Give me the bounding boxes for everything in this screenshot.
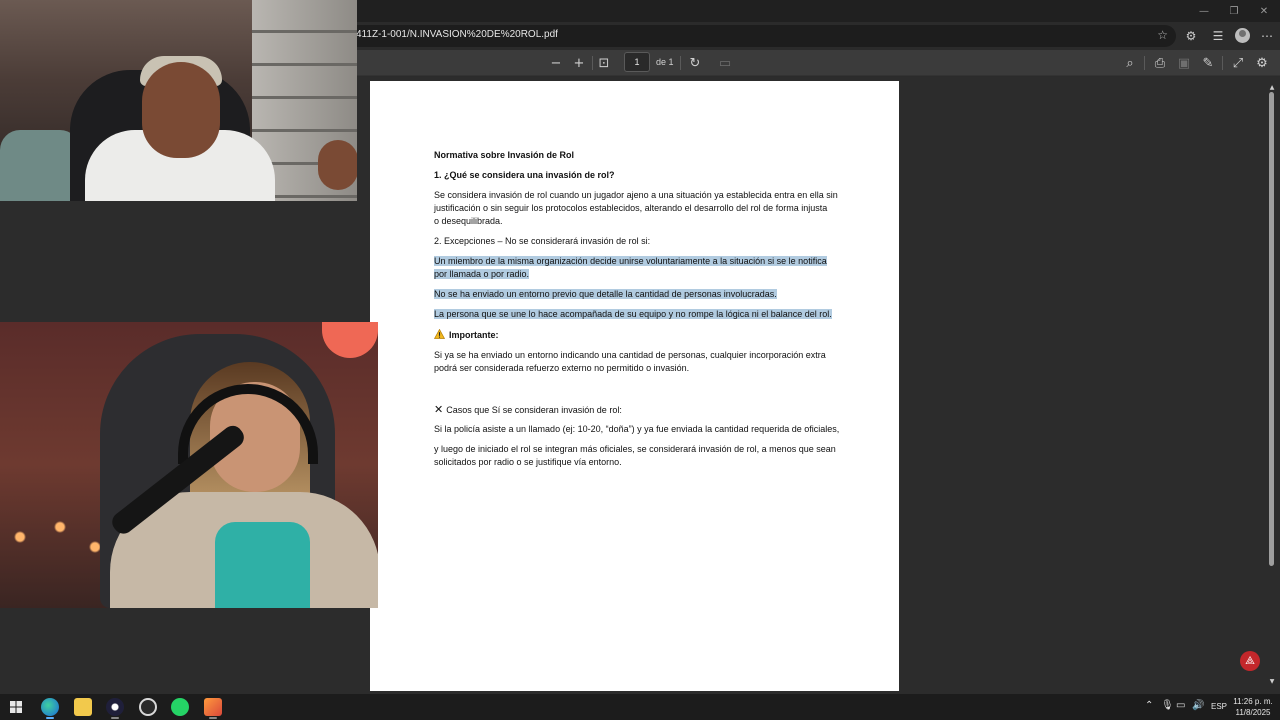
- section-heading: 2. Excepciones – No se considerará invas…: [434, 236, 651, 246]
- edge-browser-icon[interactable]: [41, 698, 59, 716]
- obs-icon[interactable]: [139, 698, 157, 716]
- highlighted-text: No se ha enviado un entorno previo que d…: [434, 288, 777, 301]
- section-heading: 1. ¿Qué se considera una invasión de rol…: [434, 170, 615, 180]
- running-app-indicator: [111, 717, 119, 719]
- clock-time: 11:26 p. m.: [1233, 697, 1273, 706]
- address-bar[interactable]: 411Z-1-001/N.INVASION%20DE%20ROL.pdf ☆: [340, 25, 1176, 47]
- acrobat-icon[interactable]: ⟁: [1240, 651, 1260, 671]
- cases-label: Casos que Sí se consideran invasión de r…: [446, 405, 622, 415]
- paragraph-line: o desequilibrada.: [434, 216, 503, 226]
- microphone-icon[interactable]: 🎙: [1161, 700, 1174, 711]
- document-title: Normativa sobre Invasión de Rol: [434, 150, 575, 160]
- extensions-icon[interactable]: ⚙: [1181, 26, 1201, 46]
- paragraph-line: justificación o sin seguir los protocolo…: [434, 203, 828, 213]
- background-chair: [0, 130, 80, 201]
- zoom-in-button[interactable]: +: [569, 53, 589, 73]
- warning-icon: [434, 329, 445, 339]
- page-count-label: de 1: [656, 57, 674, 67]
- paragraph-line: Si ya se ha enviado un entorno indicando…: [434, 350, 826, 360]
- scroll-up-arrow-icon[interactable]: ▲: [1268, 84, 1276, 92]
- paragraph-line: Si la policía asiste a un llamado (ej: 1…: [434, 424, 840, 434]
- cases-heading: ✕ Casos que Sí se consideran invasión de …: [434, 403, 622, 417]
- tray-chevron-icon[interactable]: ⌃: [1145, 700, 1153, 711]
- taskbar: ⌃ 🎙 ▭ 🔊 ESP 11:26 p. m. 11/8/2025: [0, 694, 1280, 720]
- game-launcher-icon[interactable]: [204, 698, 222, 716]
- running-app-indicator: [209, 717, 217, 719]
- save-icon[interactable]: ▣: [1174, 53, 1194, 73]
- paragraph-line: podrá ser considerada refuerzo externo n…: [434, 363, 690, 373]
- zoom-out-button[interactable]: −: [546, 53, 566, 73]
- important-heading: Importante:: [434, 329, 499, 342]
- scroll-down-arrow-icon[interactable]: ▼: [1268, 678, 1276, 686]
- profile-avatar[interactable]: [1235, 28, 1250, 43]
- streamer-top: [215, 522, 310, 608]
- settings-gear-icon[interactable]: ⚙: [1252, 53, 1272, 73]
- streaming-app-icon[interactable]: [106, 698, 124, 716]
- active-app-indicator: [46, 717, 54, 719]
- heart-light: [322, 322, 378, 358]
- language-indicator[interactable]: ESP: [1211, 702, 1227, 711]
- print-icon[interactable]: ⎙: [1150, 53, 1170, 73]
- streamer-hand: [318, 140, 357, 190]
- highlighted-text: por llamada o por radio.: [434, 268, 530, 281]
- highlighted-text: La persona que se une lo hace acompañada…: [434, 308, 832, 321]
- exception-line: por llamada o por radio.: [434, 269, 530, 279]
- clock[interactable]: 11:26 p. m. 11/8/2025: [1230, 696, 1276, 718]
- toolbar-divider: [592, 56, 593, 70]
- streamer-head: [142, 62, 220, 158]
- paragraph-line: y luego de iniciado el rol se integran m…: [434, 444, 836, 454]
- highlighted-text: Un miembro de la misma organización deci…: [434, 255, 827, 268]
- favorites-icon[interactable]: ☰: [1208, 26, 1228, 46]
- search-icon[interactable]: ⌕: [1120, 53, 1140, 73]
- important-label: Importante:: [449, 330, 499, 340]
- minimize-button[interactable]: —: [1187, 0, 1221, 22]
- volume-icon[interactable]: 🔊: [1192, 700, 1204, 711]
- toolbar-divider: [680, 56, 681, 70]
- more-menu-icon[interactable]: ⋯: [1257, 26, 1277, 46]
- favorite-star-icon[interactable]: ☆: [1157, 28, 1168, 42]
- screen: — ❐ ✕ 411Z-1-001/N.INVASION%20DE%20ROL.p…: [0, 0, 1280, 720]
- whatsapp-icon[interactable]: [171, 698, 189, 716]
- page-number-input[interactable]: 1: [624, 52, 650, 72]
- restore-button[interactable]: ❐: [1217, 0, 1251, 22]
- paragraph-line: solicitados por radio o se justifique ví…: [434, 457, 622, 467]
- close-button[interactable]: ✕: [1247, 0, 1280, 22]
- fit-page-icon[interactable]: ⊡: [594, 53, 614, 73]
- save-as-icon[interactable]: ✎: [1198, 53, 1218, 73]
- url-text[interactable]: 411Z-1-001/N.INVASION%20DE%20ROL.pdf: [356, 29, 558, 40]
- network-icon[interactable]: ▭: [1176, 700, 1185, 711]
- toolbar-divider: [1222, 56, 1223, 70]
- scrollbar-thumb[interactable]: [1269, 92, 1274, 566]
- page-view-icon[interactable]: ▭: [715, 53, 735, 73]
- webcam-overlay-female-streamer: [0, 322, 378, 608]
- clock-date: 11/8/2025: [1235, 708, 1271, 717]
- fullscreen-icon[interactable]: ⤢: [1228, 53, 1248, 73]
- exception-line: Un miembro de la misma organización deci…: [434, 256, 827, 266]
- rotate-icon[interactable]: ↻: [685, 53, 705, 73]
- exception-line: La persona que se une lo hace acompañada…: [434, 309, 832, 319]
- windows-start-icon[interactable]: [10, 701, 22, 713]
- paragraph-line: Se considera invasión de rol cuando un j…: [434, 190, 838, 200]
- pdf-page[interactable]: Normativa sobre Invasión de Rol 1. ¿Qué …: [370, 81, 899, 691]
- webcam-overlay-male-streamer: [0, 0, 357, 201]
- cross-mark-icon: ✕: [434, 403, 444, 416]
- file-explorer-icon[interactable]: [74, 698, 92, 716]
- toolbar-divider: [1144, 56, 1145, 70]
- exception-line: No se ha enviado un entorno previo que d…: [434, 289, 777, 299]
